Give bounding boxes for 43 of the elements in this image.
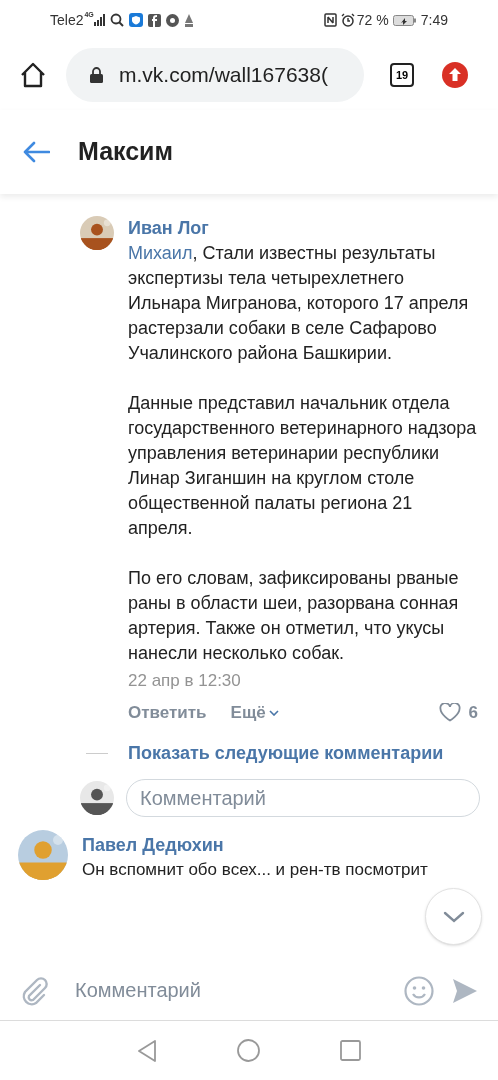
scroll-down-button[interactable]	[425, 888, 482, 945]
battery-percent: 72 %	[356, 10, 389, 30]
comment-text: Он вспомнит обо всех... и рен-тв посмотрит	[82, 859, 428, 881]
chevron-down-icon	[442, 910, 465, 923]
alarm-icon	[340, 13, 355, 27]
search-icon	[109, 13, 124, 27]
like-count: 6	[468, 702, 478, 724]
home-icon[interactable]	[20, 62, 46, 88]
smiley-icon[interactable]	[404, 975, 434, 1006]
page-title: Максим	[78, 136, 173, 168]
caret-icon	[268, 709, 279, 716]
comment-author[interactable]: Иван Лог	[128, 216, 478, 241]
battery-icon	[392, 14, 417, 26]
comment-paragraph: По его словам, зафиксированы рваные раны в области шеи, разорвана сонная артерия. Также он отметил, что укусы нанесли несколько собак.	[128, 567, 460, 665]
shield-icon	[128, 13, 143, 27]
back-icon[interactable]	[137, 1039, 157, 1062]
comment-paragraph: Михаил, Стали известны результаты экспертизы тела четырехлетнего Ильнара Мигранова, которого 17 апреля растерзали собаки в селе Сафарово Учалинского района Башкирии.	[128, 242, 470, 365]
carrier: Tele2	[50, 10, 84, 30]
reply-link[interactable]: Ответить	[128, 700, 207, 725]
tab-count-button[interactable]: 19	[390, 63, 414, 87]
back-arrow-icon[interactable]	[22, 141, 50, 163]
comment-input-field[interactable]: Комментарий	[75, 970, 404, 1011]
update-icon[interactable]	[442, 62, 468, 88]
square-app-icon	[147, 13, 161, 27]
url-text: m.vk.com/wall167638(	[119, 62, 328, 89]
nfc-icon	[323, 13, 337, 27]
attach-icon[interactable]	[20, 975, 48, 1006]
reply-input-field[interactable]: Комментарий	[126, 779, 480, 817]
home-circle-icon[interactable]	[237, 1039, 260, 1062]
clock: 7:49	[420, 10, 448, 30]
address-bar[interactable]: m.vk.com/wall167638(	[66, 48, 364, 102]
mention-link[interactable]: Михаил	[128, 243, 193, 263]
signal-icon	[93, 14, 106, 26]
circle-app-icon	[165, 13, 179, 27]
comment-author[interactable]: Павел Дедюхин	[82, 832, 428, 859]
comment-paragraph: Данные представил начальник отдела государственного ветеринарного надзора управления ветеринарии республики Линар Зиганшин на круглом столе общественной палаты региона 21 апреля.	[128, 392, 478, 540]
lock-icon	[90, 67, 103, 83]
send-icon[interactable]	[452, 977, 478, 1004]
heart-icon[interactable]	[438, 703, 461, 722]
comment-date: 22 апр в 12:30	[128, 670, 242, 692]
more-button[interactable]: Ещё	[230, 700, 279, 725]
recents-icon[interactable]	[340, 1040, 361, 1061]
show-more-comments-link[interactable]: Показать следующие комментарии	[128, 740, 444, 767]
